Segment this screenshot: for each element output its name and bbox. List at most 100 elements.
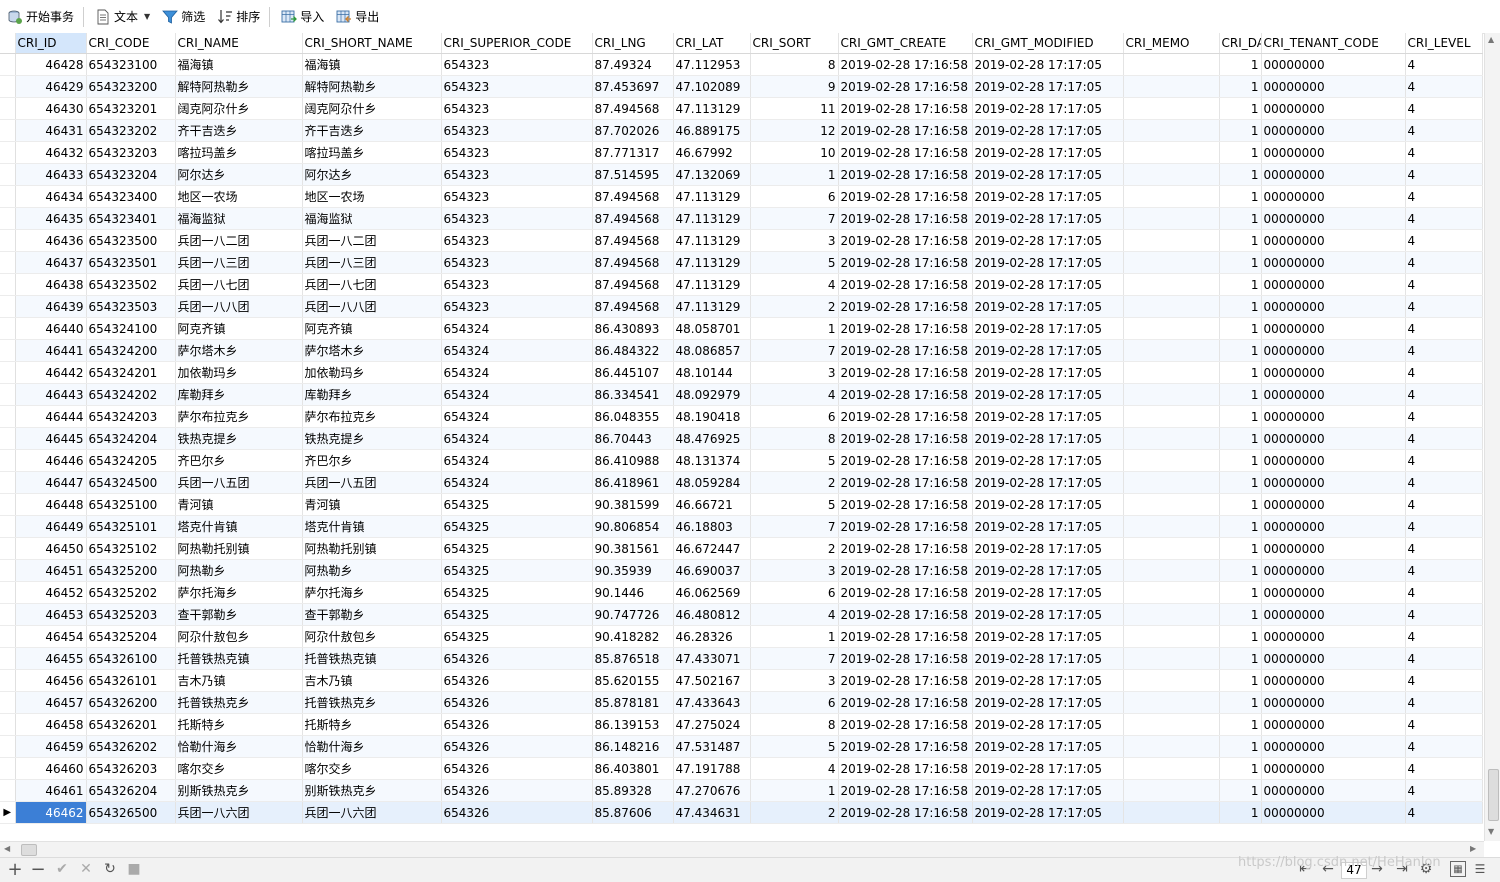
cell-cri-sort[interactable]: 3 bbox=[750, 669, 839, 692]
cell-cri-memo[interactable] bbox=[1123, 53, 1220, 76]
cell-cri-name[interactable]: 福海监狱 bbox=[175, 207, 303, 230]
cell-cri-memo[interactable] bbox=[1123, 207, 1220, 230]
data-grid[interactable]: CRI_ID CRI_CODE CRI_NAME CRI_SHORT_NAME CRI_… bbox=[0, 33, 1484, 841]
cell-cri-superior-code[interactable]: 654325 bbox=[441, 581, 593, 604]
cell-cri-superior-code[interactable]: 654323 bbox=[441, 251, 593, 274]
cell-cri-lng[interactable]: 85.89328 bbox=[592, 779, 674, 802]
table-row[interactable]: 46440 654324100 阿克齐镇 阿克齐镇 654324 86.430893 48.… bbox=[0, 317, 1483, 340]
cell-cri-sort[interactable]: 8 bbox=[750, 427, 839, 450]
row-header[interactable] bbox=[0, 669, 16, 692]
sort-button[interactable]: 排序 bbox=[212, 5, 265, 29]
cell-cri-sort[interactable]: 12 bbox=[750, 119, 839, 142]
cell-cri-lng[interactable]: 85.87606 bbox=[592, 801, 674, 824]
cell-cri-code[interactable]: 654323100 bbox=[86, 53, 176, 76]
cell-cri-short-name[interactable]: 库勒拜乡 bbox=[302, 383, 442, 406]
cell-cri-code[interactable]: 654324500 bbox=[86, 471, 176, 494]
cell-cri-lat[interactable]: 47.502167 bbox=[673, 669, 751, 692]
cell-cri-gmt-create[interactable]: 2019-02-28 17:16:58 bbox=[838, 97, 973, 120]
cell-cri-lng[interactable]: 86.430893 bbox=[592, 317, 674, 340]
cell-cri-name[interactable]: 地区一农场 bbox=[175, 185, 303, 208]
cell-cri-short-name[interactable]: 别斯铁热克乡 bbox=[302, 779, 442, 802]
cell-cri-id[interactable]: 46429 bbox=[15, 75, 87, 98]
scroll-right-icon[interactable]: ▶ bbox=[1470, 844, 1476, 853]
cell-cri-code[interactable]: 654325203 bbox=[86, 603, 176, 626]
cell-cri-da[interactable]: 1 bbox=[1219, 471, 1262, 494]
cell-cri-id[interactable]: 46454 bbox=[15, 625, 87, 648]
row-header[interactable] bbox=[0, 339, 16, 362]
cell-cri-tenant-code[interactable]: 00000000 bbox=[1261, 75, 1406, 98]
cell-cri-short-name[interactable]: 铁热克提乡 bbox=[302, 427, 442, 450]
row-header[interactable] bbox=[0, 141, 16, 164]
cell-cri-sort[interactable]: 5 bbox=[750, 493, 839, 516]
cell-cri-level[interactable]: 4 bbox=[1405, 383, 1483, 406]
cell-cri-superior-code[interactable]: 654324 bbox=[441, 339, 593, 362]
cell-cri-memo[interactable] bbox=[1123, 779, 1220, 802]
cell-cri-level[interactable]: 4 bbox=[1405, 97, 1483, 120]
cell-cri-tenant-code[interactable]: 00000000 bbox=[1261, 295, 1406, 318]
cell-cri-memo[interactable] bbox=[1123, 801, 1220, 824]
cell-cri-id[interactable]: 46462 bbox=[15, 801, 87, 824]
stop-icon[interactable]: ■ bbox=[126, 861, 142, 877]
scroll-left-icon[interactable]: ◀ bbox=[4, 844, 10, 853]
cell-cri-tenant-code[interactable]: 00000000 bbox=[1261, 493, 1406, 516]
cell-cri-name[interactable]: 托普铁热克镇 bbox=[175, 647, 303, 670]
cell-cri-superior-code[interactable]: 654324 bbox=[441, 317, 593, 340]
cell-cri-gmt-create[interactable]: 2019-02-28 17:16:58 bbox=[838, 229, 973, 252]
table-row[interactable]: ▶ 46462 654326500 兵团一八六团 兵团一八六团 654326 85.8760… bbox=[0, 801, 1483, 824]
cell-cri-memo[interactable] bbox=[1123, 669, 1220, 692]
cell-cri-lng[interactable]: 87.494568 bbox=[592, 273, 674, 296]
cell-cri-level[interactable]: 4 bbox=[1405, 713, 1483, 736]
cell-cri-lat[interactable]: 46.28326 bbox=[673, 625, 751, 648]
cell-cri-level[interactable]: 4 bbox=[1405, 273, 1483, 296]
cell-cri-lat[interactable]: 47.113129 bbox=[673, 207, 751, 230]
cell-cri-name[interactable]: 兵团一八七团 bbox=[175, 273, 303, 296]
cell-cri-gmt-modified[interactable]: 2019-02-28 17:17:05 bbox=[972, 515, 1124, 538]
cell-cri-sort[interactable]: 3 bbox=[750, 559, 839, 582]
cell-cri-name[interactable]: 萨尔布拉克乡 bbox=[175, 405, 303, 428]
cell-cri-da[interactable]: 1 bbox=[1219, 317, 1262, 340]
cell-cri-level[interactable]: 4 bbox=[1405, 669, 1483, 692]
cell-cri-gmt-create[interactable]: 2019-02-28 17:16:58 bbox=[838, 317, 973, 340]
cell-cri-lng[interactable]: 85.620155 bbox=[592, 669, 674, 692]
cell-cri-id[interactable]: 46433 bbox=[15, 163, 87, 186]
cell-cri-name[interactable]: 福海镇 bbox=[175, 53, 303, 76]
row-header[interactable] bbox=[0, 185, 16, 208]
cell-cri-gmt-modified[interactable]: 2019-02-28 17:17:05 bbox=[972, 691, 1124, 714]
cell-cri-tenant-code[interactable]: 00000000 bbox=[1261, 603, 1406, 626]
cell-cri-code[interactable]: 654323203 bbox=[86, 141, 176, 164]
cell-cri-code[interactable]: 654324203 bbox=[86, 405, 176, 428]
table-row[interactable]: 46452 654325202 萨尔托海乡 萨尔托海乡 654325 90.1446 46.… bbox=[0, 581, 1483, 604]
cell-cri-da[interactable]: 1 bbox=[1219, 493, 1262, 516]
cell-cri-tenant-code[interactable]: 00000000 bbox=[1261, 801, 1406, 824]
row-header[interactable] bbox=[0, 273, 16, 296]
table-row[interactable]: 46447 654324500 兵团一八五团 兵团一八五团 654324 86.41896… bbox=[0, 471, 1483, 494]
cell-cri-code[interactable]: 654326101 bbox=[86, 669, 176, 692]
cell-cri-lat[interactable]: 48.092979 bbox=[673, 383, 751, 406]
cell-cri-name[interactable]: 阿热勒托别镇 bbox=[175, 537, 303, 560]
column-header-cri-superior-code[interactable]: CRI_SUPERIOR_CODE bbox=[441, 33, 593, 54]
cell-cri-memo[interactable] bbox=[1123, 581, 1220, 604]
cell-cri-tenant-code[interactable]: 00000000 bbox=[1261, 383, 1406, 406]
cell-cri-lat[interactable]: 47.113129 bbox=[673, 229, 751, 252]
cell-cri-tenant-code[interactable]: 00000000 bbox=[1261, 361, 1406, 384]
cell-cri-da[interactable]: 1 bbox=[1219, 779, 1262, 802]
table-row[interactable]: 46438 654323502 兵团一八七团 兵团一八七团 654323 87.49456… bbox=[0, 273, 1483, 296]
cell-cri-gmt-modified[interactable]: 2019-02-28 17:17:05 bbox=[972, 427, 1124, 450]
cell-cri-superior-code[interactable]: 654324 bbox=[441, 361, 593, 384]
cell-cri-id[interactable]: 46450 bbox=[15, 537, 87, 560]
cell-cri-tenant-code[interactable]: 00000000 bbox=[1261, 757, 1406, 780]
cell-cri-superior-code[interactable]: 654325 bbox=[441, 559, 593, 582]
cell-cri-gmt-modified[interactable]: 2019-02-28 17:17:05 bbox=[972, 251, 1124, 274]
table-row[interactable]: 46460 654326203 喀尔交乡 喀尔交乡 654326 86.403801 47.… bbox=[0, 757, 1483, 780]
cell-cri-gmt-create[interactable]: 2019-02-28 17:16:58 bbox=[838, 735, 973, 758]
cell-cri-sort[interactable]: 8 bbox=[750, 53, 839, 76]
table-row[interactable]: 46429 654323200 解特阿热勒乡 解特阿热勒乡 654323 87.45369… bbox=[0, 75, 1483, 98]
table-row[interactable]: 46450 654325102 阿热勒托别镇 阿热勒托别镇 654325 90.38156… bbox=[0, 537, 1483, 560]
vertical-scrollbar[interactable]: ▲ ▼ bbox=[1484, 33, 1500, 841]
cell-cri-superior-code[interactable]: 654323 bbox=[441, 185, 593, 208]
cell-cri-da[interactable]: 1 bbox=[1219, 361, 1262, 384]
cell-cri-lat[interactable]: 48.058701 bbox=[673, 317, 751, 340]
cell-cri-id[interactable]: 46435 bbox=[15, 207, 87, 230]
cell-cri-lat[interactable]: 46.66721 bbox=[673, 493, 751, 516]
cell-cri-da[interactable]: 1 bbox=[1219, 185, 1262, 208]
